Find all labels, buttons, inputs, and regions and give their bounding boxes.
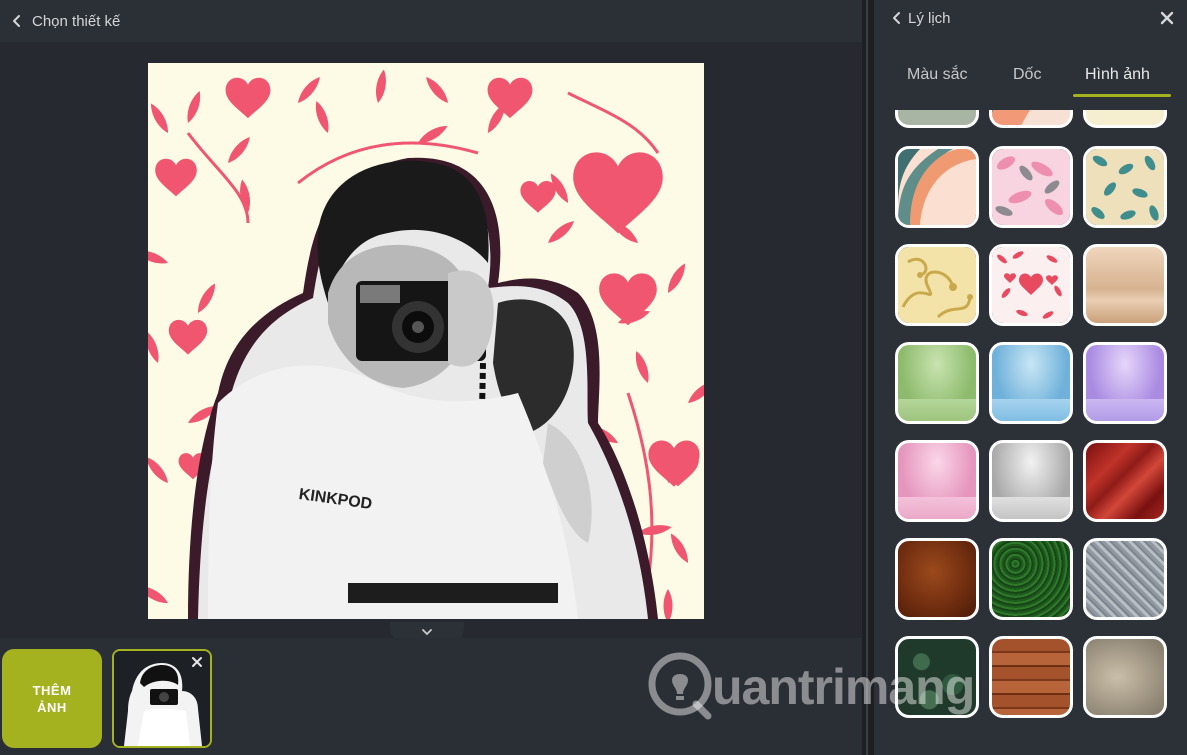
background-grid (874, 110, 1187, 755)
design-canvas[interactable]: KINKPOD (148, 63, 704, 619)
add-photo-label-line1: THÊM (32, 682, 72, 698)
tile-pastel-sage[interactable] (895, 110, 979, 128)
chevron-left-icon[interactable] (10, 14, 24, 28)
add-photo-button[interactable]: THÊM ẢNH (2, 649, 102, 748)
tile-brown-leather[interactable] (895, 538, 979, 620)
tile-purple-studio[interactable] (1083, 342, 1167, 424)
tab-active-indicator (1073, 94, 1171, 97)
panel-header: Lý lịch (874, 0, 1187, 36)
close-icon[interactable] (190, 655, 204, 669)
design-preview: KINKPOD (148, 63, 704, 619)
panel-tabs: Màu sắc Dốc Hình ảnh (874, 56, 1187, 96)
tile-grey-fabric[interactable] (1083, 538, 1167, 620)
tile-grey-studio[interactable] (989, 440, 1073, 522)
app-window: Chọn thiết kế KINKPOD THÊM ẢNH Lý lịch M… (0, 0, 1187, 755)
tile-teal-leaves[interactable] (1083, 146, 1167, 228)
add-photo-label-line2: ẢNH (37, 699, 67, 715)
photo-thumbnail[interactable] (112, 649, 212, 748)
tab-colors[interactable]: Màu sắc (907, 66, 967, 84)
tile-green-studio[interactable] (895, 342, 979, 424)
tab-images[interactable]: Hình ảnh (1085, 66, 1150, 84)
tile-gold-swirls[interactable] (895, 244, 979, 326)
editor-header: Chọn thiết kế (0, 0, 862, 42)
chevron-down-icon (422, 629, 432, 636)
tile-wood-planks[interactable] (989, 636, 1073, 718)
editor-pane: Chọn thiết kế KINKPOD THÊM ẢNH (0, 0, 862, 755)
panel-title: Lý lịch (908, 9, 951, 27)
pane-divider (862, 0, 874, 755)
tile-concrete-wall[interactable] (1083, 636, 1167, 718)
tile-dark-leaves[interactable] (895, 636, 979, 718)
tile-red-hearts-leaves[interactable] (989, 244, 1073, 326)
background-panel: Lý lịch Màu sắc Dốc Hình ảnh (874, 0, 1187, 755)
tab-gradient[interactable]: Dốc (1013, 66, 1041, 84)
tile-red-satin[interactable] (1083, 440, 1167, 522)
tile-beige-studio[interactable] (1083, 244, 1167, 326)
tile-pink-leaves[interactable] (989, 146, 1073, 228)
chevron-left-icon[interactable] (890, 11, 904, 25)
tile-pastel-cream[interactable] (1083, 110, 1167, 128)
pane-divider-line (866, 0, 868, 755)
tile-blue-studio[interactable] (989, 342, 1073, 424)
editor-back-title[interactable]: Chọn thiết kế (32, 13, 120, 30)
tile-pastel-arcs[interactable] (989, 110, 1073, 128)
tile-pink-studio[interactable] (895, 440, 979, 522)
tile-abstract-waves[interactable] (895, 146, 979, 228)
tile-green-grass[interactable] (989, 538, 1073, 620)
close-icon[interactable] (1159, 10, 1175, 26)
